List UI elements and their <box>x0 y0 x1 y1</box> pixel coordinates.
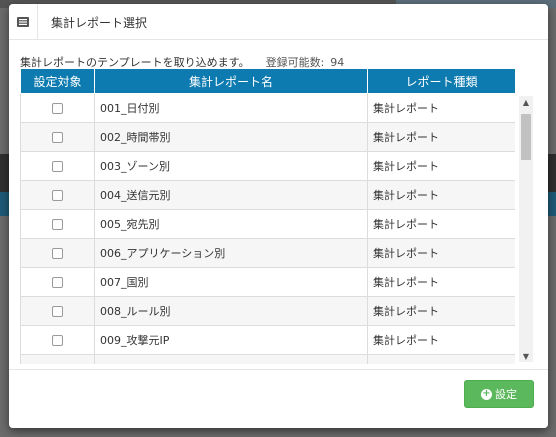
row-checkbox[interactable] <box>52 306 63 317</box>
row-checkbox[interactable] <box>52 219 63 230</box>
table-row: 002_時間帯別 集計レポート <box>20 122 515 152</box>
plus-circle-icon: + <box>481 388 492 400</box>
row-checkbox[interactable] <box>52 103 63 114</box>
row-checkbox[interactable] <box>52 190 63 201</box>
report-table: 設定対象 集計レポート名 レポート種類 001_日付別 集計レポート 002_時… <box>20 68 515 364</box>
report-type-cell: 集計レポート <box>367 238 515 268</box>
list-icon <box>9 4 38 39</box>
table-row <box>20 354 515 364</box>
report-type-cell: 集計レポート <box>367 93 515 123</box>
row-checkbox[interactable] <box>52 335 63 346</box>
report-type-cell: 集計レポート <box>367 209 515 239</box>
row-checkbox-cell <box>20 151 95 181</box>
report-name-cell: 003_ゾーン別 <box>94 151 368 181</box>
report-type-cell: 集計レポート <box>367 296 515 326</box>
report-type-cell: 集計レポート <box>367 151 515 181</box>
report-name-cell: 002_時間帯別 <box>94 122 368 152</box>
dialog-footer: + 設定 <box>9 369 548 428</box>
column-header-target: 設定対象 <box>20 68 95 94</box>
report-name-cell <box>94 354 368 364</box>
report-name-cell: 006_アプリケーション別 <box>94 238 368 268</box>
report-select-dialog: 集計レポート選択 集計レポートのテンプレートを取り込めます。 登録可能数: 94 設… <box>9 4 548 428</box>
column-header-report-type: レポート種類 <box>367 68 515 94</box>
settei-button-label: 設定 <box>495 388 517 401</box>
settei-button[interactable]: + 設定 <box>464 380 534 408</box>
report-name-cell: 009_攻撃元IP <box>94 325 368 355</box>
row-checkbox-cell <box>20 267 95 297</box>
table-row: 006_アプリケーション別 集計レポート <box>20 238 515 268</box>
report-type-cell: 集計レポート <box>367 325 515 355</box>
dialog-header: 集計レポート選択 <box>9 4 548 40</box>
table-row: 004_送信元別 集計レポート <box>20 180 515 210</box>
report-name-cell: 005_宛先別 <box>94 209 368 239</box>
report-type-cell: 集計レポート <box>367 180 515 210</box>
row-checkbox[interactable] <box>52 161 63 172</box>
table-header-row: 設定対象 集計レポート名 レポート種類 <box>20 68 515 94</box>
row-checkbox-cell <box>20 354 95 364</box>
row-checkbox-cell <box>20 93 95 123</box>
report-name-cell: 001_日付別 <box>94 93 368 123</box>
report-name-cell: 008_ルール別 <box>94 296 368 326</box>
row-checkbox-cell <box>20 325 95 355</box>
table-scrollbar[interactable]: ▲ ▼ <box>519 96 533 362</box>
table-row: 008_ルール別 集計レポート <box>20 296 515 326</box>
scroll-down-arrow-icon[interactable]: ▼ <box>519 350 533 362</box>
row-checkbox[interactable] <box>52 132 63 143</box>
report-name-cell: 007_国別 <box>94 267 368 297</box>
row-checkbox-cell <box>20 209 95 239</box>
row-checkbox-cell <box>20 238 95 268</box>
table-row: 003_ゾーン別 集計レポート <box>20 151 515 181</box>
report-type-cell: 集計レポート <box>367 122 515 152</box>
column-header-report-name: 集計レポート名 <box>94 68 368 94</box>
row-checkbox[interactable] <box>52 248 63 259</box>
table-row: 009_攻撃元IP 集計レポート <box>20 325 515 355</box>
report-table-container: 設定対象 集計レポート名 レポート種類 001_日付別 集計レポート 002_時… <box>20 68 515 364</box>
report-type-cell <box>367 354 515 364</box>
dialog-title: 集計レポート選択 <box>51 16 148 30</box>
report-type-cell: 集計レポート <box>367 267 515 297</box>
row-checkbox[interactable] <box>52 277 63 288</box>
report-name-cell: 004_送信元別 <box>94 180 368 210</box>
row-checkbox-cell <box>20 122 95 152</box>
table-row: 001_日付別 集計レポート <box>20 93 515 123</box>
row-checkbox-cell <box>20 296 95 326</box>
table-row: 005_宛先別 集計レポート <box>20 209 515 239</box>
scrollbar-thumb[interactable] <box>521 114 531 160</box>
row-checkbox-cell <box>20 180 95 210</box>
scroll-up-arrow-icon[interactable]: ▲ <box>519 96 533 108</box>
table-row: 007_国別 集計レポート <box>20 267 515 297</box>
